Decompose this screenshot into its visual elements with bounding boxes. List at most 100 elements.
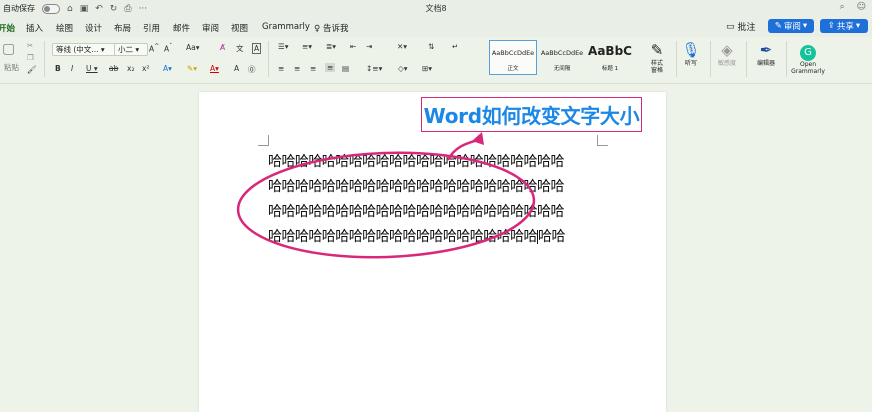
change-case-icon[interactable]: Aa▾ [186,43,200,52]
sort-icon[interactable]: ⇅ [428,42,434,51]
tell-me-label: 告诉我 [322,24,349,34]
dictate-label: 听写 [684,60,697,67]
open-grammarly-button[interactable]: G Open Grammarly [788,40,828,75]
sensitivity-label: 敏感度 [717,60,736,67]
crop-mark-top-right [597,135,608,146]
user-icon[interactable]: ☺ [857,2,866,12]
comments-button[interactable]: ▭ 批注 [726,20,756,34]
editor-button[interactable]: ✒ 编辑器 [749,40,783,67]
style-no-spacing-sample: AaBbCcDdEe [540,49,584,57]
comments-label: 批注 [737,23,756,33]
tab-draw[interactable]: 绘图 [56,22,73,34]
font-name-select[interactable]: 等线 (中文... ▾ [52,43,118,56]
clear-format-icon[interactable]: A̸ [220,43,225,52]
grow-font-icon[interactable]: A^ [149,43,159,54]
char-shading-icon[interactable]: A [234,64,239,73]
highlight-icon[interactable]: ✎▾ [187,64,197,73]
review-button[interactable]: ✎ 审阅 ▾ [768,19,814,33]
editor-icon: ✒ [759,41,773,59]
font-size-value: 小二 [118,45,133,54]
shrink-font-icon[interactable]: Aˇ [164,43,172,54]
align-center-icon[interactable]: ≡ [294,64,300,73]
review-label: 审阅 [783,22,801,32]
text-line-1[interactable]: 哈哈哈哈哈哈哈哈哈哈哈哈哈哈哈哈哈哈哈哈哈哈 [268,151,598,171]
cut-icon[interactable]: ✂ [27,41,33,50]
share-label: 共享 [836,22,854,32]
styles-pane-button[interactable]: ✎ 样式 窗格 [640,40,674,74]
style-no-spacing[interactable]: AaBbCcDdEe 无间隔 [538,40,586,75]
styles-pane-label: 样式 窗格 [650,60,663,74]
text-line-3[interactable]: 哈哈哈哈哈哈哈哈哈哈哈哈哈哈哈哈哈哈哈哈哈哈 [268,201,598,221]
underline-icon[interactable]: U ▾ [86,64,98,73]
sensitivity-icon: ◈ [721,41,733,59]
chevron-down-icon: ▾ [855,21,861,31]
text-line-4-before-cursor: 哈哈哈哈哈哈哈哈哈哈哈哈哈哈哈哈哈哈哈哈 [268,229,538,245]
show-marks-icon[interactable]: ↵ [452,42,458,51]
tab-grammarly[interactable]: Grammarly [262,22,310,32]
style-normal-sample: AaBbCcDdEe [491,49,535,57]
styles-pane-icon: ✎ [650,41,664,59]
justify-icon[interactable]: ≡ [325,63,336,72]
style-heading-1[interactable]: AaBbC 标题 1 [586,40,634,75]
style-heading-1-name: 标题 1 [601,66,619,72]
shading-icon[interactable]: ◇▾ [398,64,408,73]
text-line-2[interactable]: 哈哈哈哈哈哈哈哈哈哈哈哈哈哈哈哈哈哈哈哈哈哈 [268,176,598,196]
document-page[interactable] [199,92,666,412]
align-right-icon[interactable]: ≡ [310,64,316,73]
sensitivity-button[interactable]: ◈ 敏感度 [710,40,744,67]
decrease-indent-icon[interactable]: ⇤ [350,42,356,51]
dictate-button[interactable]: 🎙 听写 [674,40,708,67]
tab-home[interactable]: 开始 [0,22,16,39]
format-painter-icon[interactable]: 🖌 [27,65,37,74]
lightbulb-icon: ♀ [314,24,323,34]
search-icon[interactable]: ⌕ [840,2,845,12]
heading-callout: Word如何改变文字大小 [421,97,642,132]
style-heading-1-sample: AaBbC [588,44,632,58]
open-grammarly-label: Open Grammarly [791,61,825,75]
title-bar: 自动保存 ⌂ ▣ ↶ ↻ ⎙ ··· 文档8 ⌕ ☺ [0,0,872,17]
tab-layout[interactable]: 布局 [114,22,131,34]
italic-icon[interactable]: I [71,64,73,73]
tab-tell-me[interactable]: ♀ 告诉我 [314,22,348,34]
comment-icon: ▭ [726,21,735,32]
phonetic-icon[interactable]: 文 [236,43,244,54]
increase-indent-icon[interactable]: ⇥ [366,42,372,51]
text-line-4[interactable]: 哈哈哈哈哈哈哈哈哈哈哈哈哈哈哈哈哈哈哈哈哈哈 [268,226,598,246]
multilevel-list-icon[interactable]: ≣▾ [326,42,336,51]
paste-label: 粘贴 [4,63,19,72]
text-line-4-after-cursor: 哈哈 [538,229,565,245]
font-size-select[interactable]: 小二 ▾ [114,43,148,56]
tab-view[interactable]: 视图 [231,22,248,34]
line-spacing-icon[interactable]: ↕≡▾ [366,64,382,73]
tab-mailings[interactable]: 邮件 [173,22,190,34]
crop-mark-top-left [258,135,269,146]
text-effects-icon[interactable]: A▾ [163,64,172,73]
tab-references[interactable]: 引用 [143,22,160,34]
tab-review[interactable]: 审阅 [202,22,219,34]
subscript-icon[interactable]: x₂ [127,64,134,73]
enclose-char-icon[interactable]: ⓪ [248,64,256,75]
chinese-layout-icon[interactable]: ✕▾ [397,42,407,51]
bullets-icon[interactable]: ☰▾ [278,42,289,51]
numbering-icon[interactable]: ≡▾ [302,42,312,51]
font-color-icon[interactable]: A▾ [210,64,219,73]
distributed-icon[interactable]: ▤ [342,64,349,73]
grammarly-icon: G [788,40,828,61]
copy-icon[interactable]: ❐ [27,53,34,62]
align-left-icon[interactable]: ≡ [278,64,284,73]
share-icon: ⇪ [827,21,835,31]
heading-text: Word如何改变文字大小 [423,104,640,128]
char-border-icon[interactable]: A [252,43,262,54]
paste-icon[interactable]: ▢ [2,41,15,57]
review-icon: ✎ [774,21,782,31]
share-button[interactable]: ⇪ 共享 ▾ [820,19,868,33]
borders-icon[interactable]: ⊞▾ [422,64,432,73]
microphone-icon: 🎙 [681,41,701,59]
style-normal[interactable]: AaBbCcDdEe 正文 [489,40,537,75]
strikethrough-icon[interactable]: ab [109,64,118,73]
bold-icon[interactable]: B [55,64,61,73]
tab-insert[interactable]: 插入 [26,22,43,34]
tab-design[interactable]: 设计 [85,22,102,34]
superscript-icon[interactable]: x² [142,64,149,73]
ribbon-home: ▢ 粘贴 ✂ ❐ 🖌 等线 (中文... ▾ 小二 ▾ A^ Aˇ Aa▾ A̸… [0,37,872,84]
